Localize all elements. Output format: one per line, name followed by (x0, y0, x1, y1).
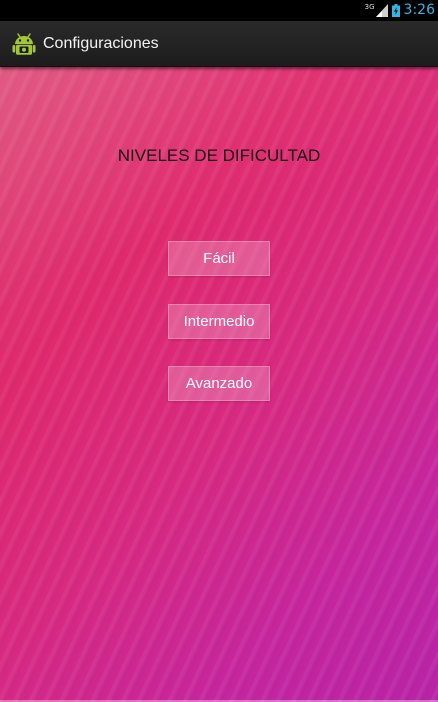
intermediate-button[interactable]: Intermedio (168, 304, 270, 339)
app-title: Configuraciones (43, 34, 159, 52)
status-bar: 3G 3:26 (0, 0, 438, 21)
main-content: NIVELES DE DIFICULTAD Fácil Intermedio A… (0, 66, 438, 702)
android-icon[interactable] (12, 32, 36, 56)
signal-icon (375, 4, 388, 17)
device-screen: 3G 3:26 Configuraciones NIVELES DE DIFIC… (0, 0, 438, 702)
advanced-button[interactable]: Avanzado (168, 366, 270, 401)
difficulty-heading: NIVELES DE DIFICULTAD (117, 146, 321, 165)
easy-button[interactable]: Fácil (168, 241, 270, 276)
status-clock: 3:26 (403, 2, 435, 18)
action-bar: Configuraciones (0, 21, 438, 67)
battery-icon (391, 4, 400, 17)
status-icons: 3G 3:26 (365, 0, 435, 21)
network-type-label: 3G (364, 2, 375, 11)
